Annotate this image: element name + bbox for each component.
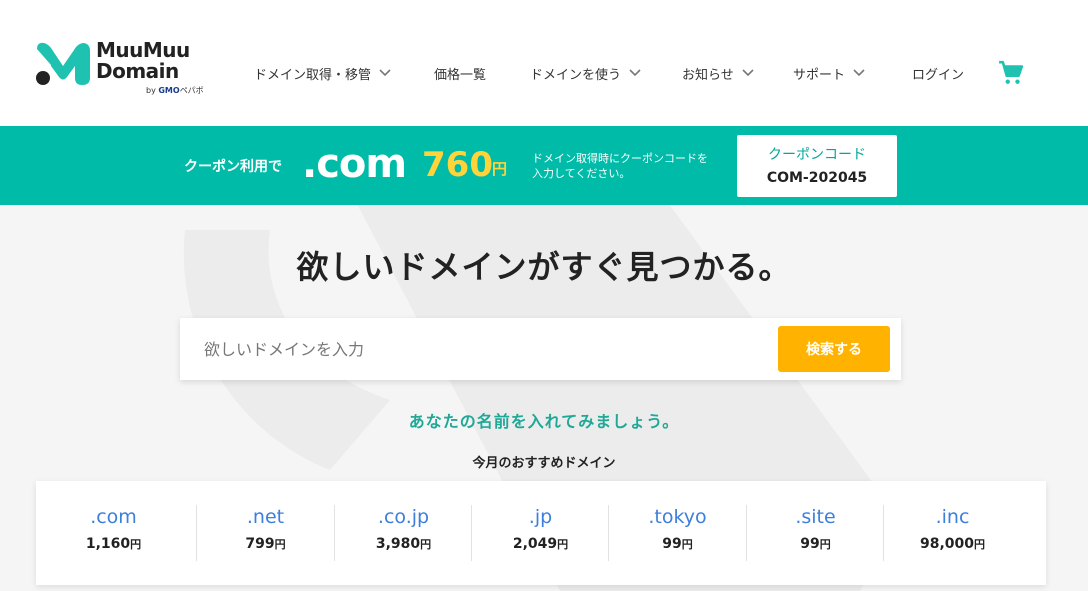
coupon-tld: .com — [302, 141, 407, 187]
nav-label: ドメインを使う — [530, 67, 622, 83]
coupon-yen: 円 — [492, 160, 508, 178]
chevron-down-icon — [853, 69, 865, 77]
tld-name: .inc — [935, 506, 970, 528]
tld-price: 2,049円 — [512, 536, 569, 552]
main-navigation: ドメイン取得・移管 価格一覧 ドメインを使う お知らせ サポート ログイン — [0, 60, 1088, 86]
recommended-domain-item[interactable]: .jp 2,049円 — [472, 505, 609, 565]
domain-search-form: 検索する — [180, 318, 901, 380]
recommended-domain-item[interactable]: .inc 98,000円 — [884, 505, 1021, 565]
coupon-note-line-2: 入力してください。 — [532, 167, 631, 180]
nav-label: ドメイン取得・移管 — [254, 67, 372, 83]
nav-label: ログイン — [912, 67, 965, 83]
tld-name: .com — [90, 506, 137, 528]
nav-use-domain[interactable]: ドメインを使う — [530, 60, 641, 86]
chevron-down-icon — [379, 69, 391, 77]
recommended-domain-item[interactable]: .net 799円 — [197, 505, 334, 565]
tld-price: 799円 — [245, 536, 286, 552]
coupon-code-value: COM-202045 — [766, 170, 868, 186]
coupon-price: 760 — [422, 145, 493, 185]
search-button[interactable]: 検索する — [778, 326, 890, 372]
nav-label: お知らせ — [682, 67, 734, 83]
shopping-cart-icon[interactable] — [998, 60, 1024, 86]
recommended-domain-item[interactable]: .com 1,160円 — [45, 505, 182, 565]
recommended-domain-item[interactable]: .site 99円 — [747, 505, 884, 565]
coupon-code-title: クーポンコード — [768, 147, 866, 163]
nav-support[interactable]: サポート — [793, 60, 865, 86]
tld-name: .co.jp — [377, 506, 430, 528]
tld-price: 1,160円 — [85, 536, 142, 552]
nav-news[interactable]: お知らせ — [682, 60, 754, 86]
tld-price: 98,000円 — [919, 536, 986, 552]
chevron-down-icon — [629, 69, 641, 77]
tld-price: 99円 — [800, 536, 831, 552]
logo-line-1: MuuMuu — [96, 38, 190, 62]
coupon-code-box[interactable]: クーポンコード COM-202045 — [737, 135, 897, 197]
nav-domain-acquire-transfer[interactable]: ドメイン取得・移管 — [254, 60, 391, 86]
tld-name: .net — [246, 506, 285, 528]
coupon-label: クーポン利用で — [184, 159, 282, 175]
nav-label: 価格一覧 — [434, 67, 487, 83]
page-title: 欲しいドメインがすぐ見つかる。 — [296, 248, 792, 286]
recommended-domain-item[interactable]: .co.jp 3,980円 — [335, 505, 472, 565]
coupon-note-line-1: ドメイン取得時にクーポンコードを — [532, 152, 708, 165]
site-header: MuuMuu Domain by GMOペパボ ドメイン取得・移管 価格一覧 ド… — [0, 0, 1088, 126]
coupon-banner: クーポン利用で .com 760 円 ドメイン取得時にクーポンコードを 入力して… — [0, 126, 1088, 205]
search-hint: あなたの名前を入れてみましょう。 — [408, 412, 680, 431]
tld-price: 3,980円 — [375, 536, 432, 552]
tld-name: .jp — [528, 506, 553, 528]
recommended-domain-item[interactable]: .tokyo 99円 — [609, 505, 746, 565]
tld-price: 99円 — [662, 536, 693, 552]
tld-name: .site — [795, 506, 836, 528]
nav-label: サポート — [793, 67, 846, 83]
domain-search-input[interactable] — [204, 334, 764, 364]
nav-login[interactable]: ログイン — [912, 60, 964, 86]
recommended-domains-list: .com 1,160円 .net 799円 .co.jp 3,980円 .jp … — [36, 481, 1046, 585]
chevron-down-icon — [742, 69, 754, 77]
recommended-domains-title: 今月のおすすめドメイン — [472, 456, 616, 471]
coupon-note: ドメイン取得時にクーポンコードを 入力してください。 — [532, 151, 732, 181]
nav-price-list[interactable]: 価格一覧 — [434, 60, 486, 86]
tld-name: .tokyo — [648, 506, 707, 528]
